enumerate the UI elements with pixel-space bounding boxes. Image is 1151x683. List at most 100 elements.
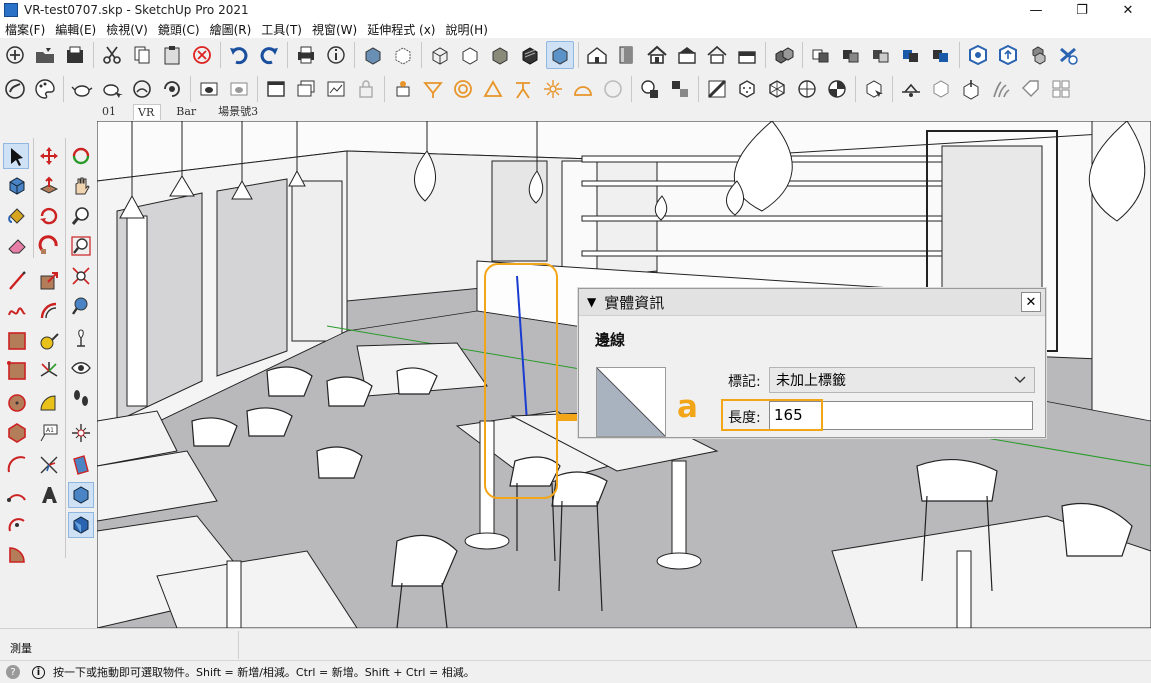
- sphere-light-icon[interactable]: [449, 75, 477, 103]
- tag-label-icon[interactable]: [1017, 75, 1045, 103]
- walk-icon[interactable]: [68, 385, 94, 411]
- scene-tab-01[interactable]: 01: [97, 103, 123, 120]
- three-point-arc-icon[interactable]: [4, 512, 30, 538]
- back-edges-style-icon[interactable]: [389, 41, 417, 69]
- select-tool-icon[interactable]: [3, 143, 29, 169]
- undo-icon[interactable]: [225, 41, 253, 69]
- batch-render-icon[interactable]: [292, 75, 320, 103]
- zoom-icon[interactable]: [68, 203, 94, 229]
- intersect-icon[interactable]: [897, 41, 925, 69]
- left-view-icon[interactable]: [733, 41, 761, 69]
- menu-edit[interactable]: 編輯(E): [50, 21, 101, 38]
- pan-icon[interactable]: [68, 173, 94, 199]
- dice-cube-icon[interactable]: [733, 75, 761, 103]
- redo-icon[interactable]: [255, 41, 283, 69]
- copy-icon[interactable]: [128, 41, 156, 69]
- union-icon[interactable]: [807, 41, 835, 69]
- two-point-arc-icon[interactable]: [4, 482, 30, 508]
- polygon-icon[interactable]: [4, 420, 30, 446]
- hidden-line-style-icon[interactable]: [456, 41, 484, 69]
- checker-sphere-icon[interactable]: [823, 75, 851, 103]
- scene-tab-3[interactable]: 場景號3: [213, 103, 265, 120]
- 3d-text-icon[interactable]: [36, 482, 62, 508]
- teapot-icon[interactable]: [68, 75, 96, 103]
- zoom-window-icon[interactable]: [68, 233, 94, 259]
- pick-material-icon[interactable]: [860, 75, 888, 103]
- lock-icon[interactable]: [352, 75, 380, 103]
- erase-icon[interactable]: [188, 41, 216, 69]
- model-info-icon[interactable]: [322, 41, 350, 69]
- collapse-triangle-icon[interactable]: ▼: [587, 295, 596, 309]
- front-view-icon[interactable]: [643, 41, 671, 69]
- split-icon[interactable]: [927, 41, 955, 69]
- dome-light-icon[interactable]: [569, 75, 597, 103]
- panel-close-button[interactable]: ✕: [1021, 292, 1041, 312]
- box-outline-icon[interactable]: [927, 75, 955, 103]
- scene-tab-vr[interactable]: VR: [133, 104, 162, 120]
- close-window-button[interactable]: ✕: [1105, 0, 1151, 20]
- interactive-render-icon[interactable]: [158, 75, 186, 103]
- right-view-icon[interactable]: [673, 41, 701, 69]
- tag-dropdown[interactable]: 未加上標籤: [769, 367, 1035, 393]
- section-pattern-icon[interactable]: [703, 75, 731, 103]
- shaded-style-icon[interactable]: [486, 41, 514, 69]
- windows-icon[interactable]: [1047, 75, 1075, 103]
- share-model-icon[interactable]: [994, 41, 1022, 69]
- menu-file[interactable]: 檔案(F): [0, 21, 50, 38]
- display-section-planes-icon[interactable]: [68, 452, 94, 478]
- ies-light-icon[interactable]: [509, 75, 537, 103]
- light-gen-icon[interactable]: [389, 75, 417, 103]
- scene-tab-bar[interactable]: Bar: [171, 103, 203, 120]
- paint-bucket-icon[interactable]: [4, 203, 30, 229]
- minimize-button[interactable]: —: [1013, 0, 1059, 20]
- sphere-grid-icon[interactable]: [793, 75, 821, 103]
- geo-location-icon[interactable]: ?: [6, 665, 20, 679]
- spot-light-icon[interactable]: [419, 75, 447, 103]
- zoom-extents-icon[interactable]: [68, 263, 94, 289]
- menu-help[interactable]: 說明(H): [440, 21, 492, 38]
- trim-icon[interactable]: [867, 41, 895, 69]
- previous-view-icon[interactable]: [68, 293, 94, 319]
- cube-grid-icon[interactable]: [763, 75, 791, 103]
- dimension-axes-icon[interactable]: [36, 452, 62, 478]
- offset-icon[interactable]: [36, 298, 62, 324]
- new-file-icon[interactable]: [1, 41, 29, 69]
- entity-info-header[interactable]: ▼ 實體資訊 ✕: [579, 289, 1045, 316]
- teapot-click-icon[interactable]: [98, 75, 126, 103]
- look-around-icon[interactable]: [68, 355, 94, 381]
- text-tool-icon[interactable]: A1: [36, 420, 62, 446]
- top-view-icon[interactable]: [613, 41, 641, 69]
- paste-icon[interactable]: [158, 41, 186, 69]
- position-camera-icon[interactable]: [68, 325, 94, 351]
- monochrome-style-icon[interactable]: [546, 41, 574, 69]
- proxy-export-icon[interactable]: [666, 75, 694, 103]
- menu-camera[interactable]: 鏡頭(C): [153, 21, 205, 38]
- open-folder-icon[interactable]: [31, 41, 59, 69]
- warehouse-icon[interactable]: [964, 41, 992, 69]
- eraser-icon[interactable]: [4, 233, 30, 259]
- move-icon[interactable]: [36, 143, 62, 169]
- sandbox-smoove-icon[interactable]: [1, 75, 29, 103]
- push-pull-icon[interactable]: [36, 173, 62, 199]
- cut-icon[interactable]: [98, 41, 126, 69]
- back-view-icon[interactable]: [703, 41, 731, 69]
- rotated-rectangle-icon[interactable]: [4, 358, 30, 384]
- scale-icon[interactable]: [36, 268, 62, 294]
- display-section-cuts-icon[interactable]: [68, 482, 94, 508]
- wireframe-style-icon[interactable]: [426, 41, 454, 69]
- make-component-icon[interactable]: [770, 41, 798, 69]
- component-tool-icon[interactable]: [4, 173, 30, 199]
- omni-light-icon[interactable]: [539, 75, 567, 103]
- menu-tools[interactable]: 工具(T): [256, 21, 307, 38]
- menu-window[interactable]: 視窗(W): [307, 21, 362, 38]
- chart-window-icon[interactable]: [322, 75, 350, 103]
- subtract-icon[interactable]: [837, 41, 865, 69]
- display-section-fill-icon[interactable]: [68, 512, 94, 538]
- section-plane-icon[interactable]: [68, 420, 94, 446]
- scatter-icon[interactable]: [987, 75, 1015, 103]
- menu-view[interactable]: 檢視(V): [101, 21, 153, 38]
- asset-editor-icon[interactable]: [195, 75, 223, 103]
- restore-button[interactable]: ❐: [1059, 0, 1105, 20]
- xray-style-icon[interactable]: [359, 41, 387, 69]
- orbit-icon[interactable]: [68, 143, 94, 169]
